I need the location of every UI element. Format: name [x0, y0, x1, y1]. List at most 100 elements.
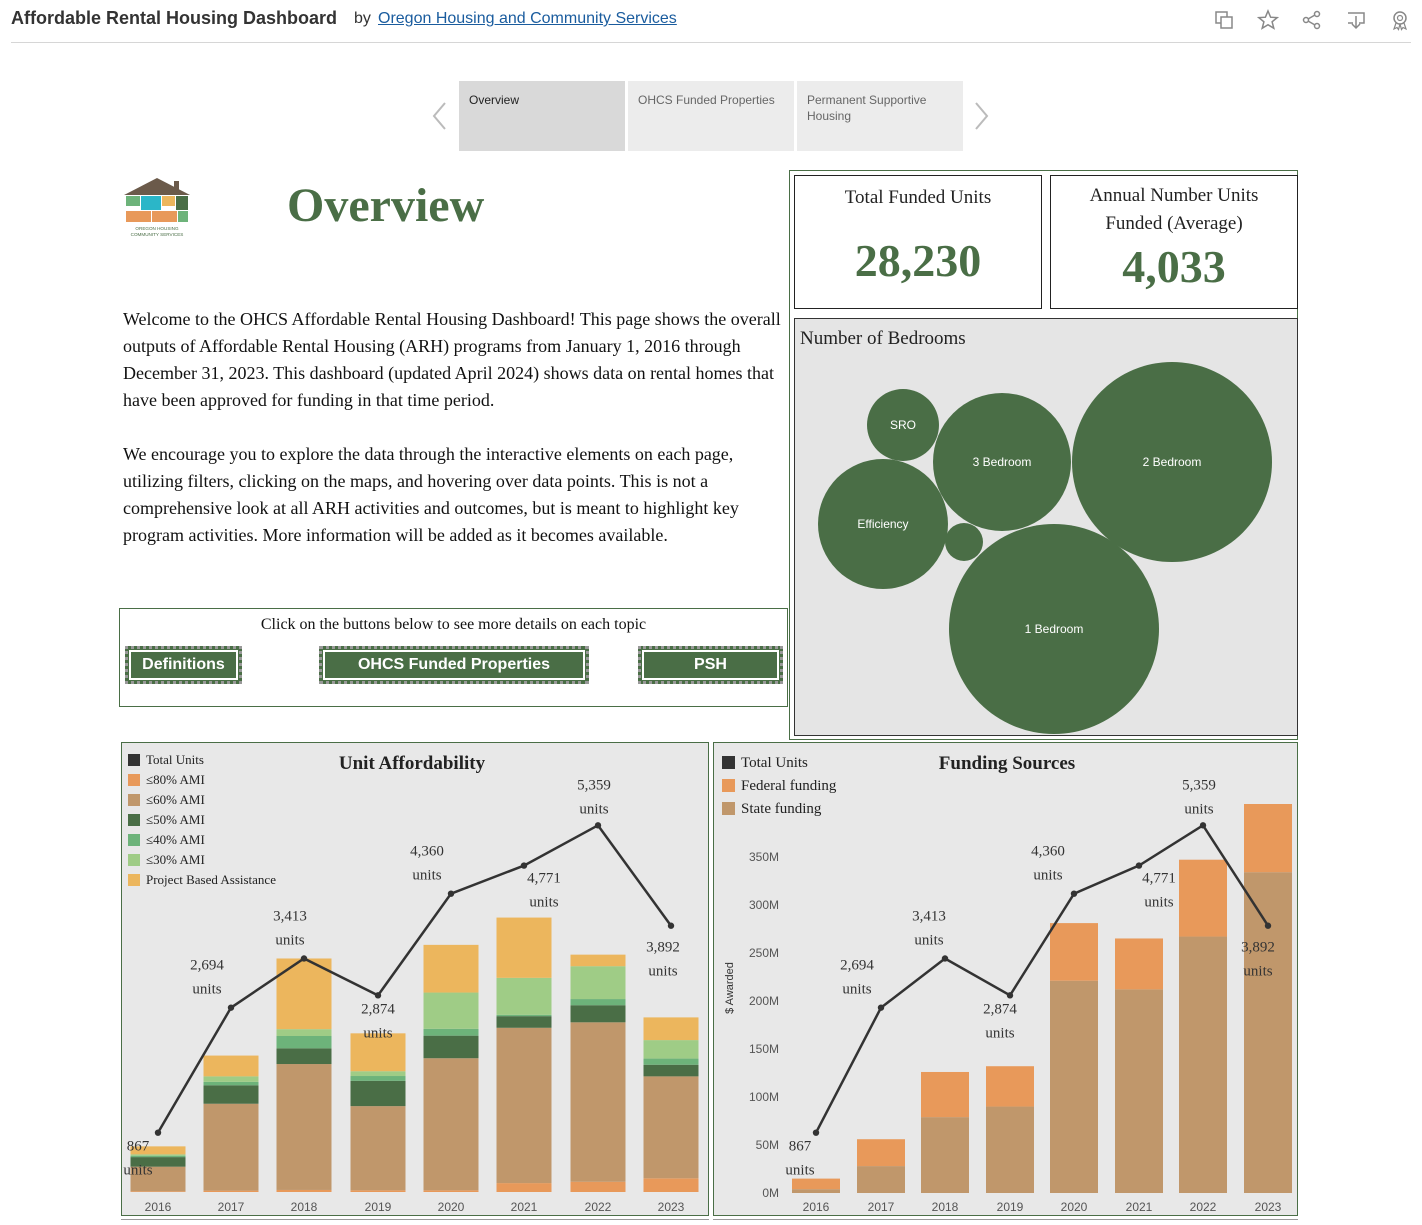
bar-segment[interactable]: [496, 977, 552, 1015]
data-label-unit: units: [1033, 868, 1062, 884]
bar-segment[interactable]: [792, 1178, 840, 1190]
bar-segment[interactable]: [570, 1005, 626, 1023]
bar-segment[interactable]: [130, 1191, 186, 1192]
bar-segment[interactable]: [496, 1027, 552, 1184]
bar-segment[interactable]: [423, 1058, 479, 1191]
bar-segment[interactable]: [496, 1183, 552, 1192]
bar-segment[interactable]: [496, 1016, 552, 1028]
bar-segment[interactable]: [1244, 872, 1292, 1193]
bar-segment[interactable]: [203, 1055, 259, 1077]
line-point[interactable]: [812, 1129, 820, 1136]
line-point[interactable]: [1135, 862, 1143, 869]
bar-segment[interactable]: [276, 1029, 332, 1036]
bar-segment[interactable]: [423, 1028, 479, 1036]
bar-segment[interactable]: [643, 1064, 699, 1077]
chevron-right-icon[interactable]: [971, 101, 991, 131]
bar-segment[interactable]: [276, 1189, 332, 1192]
bar-segment[interactable]: [921, 1071, 969, 1118]
tab-label: Overview: [469, 93, 520, 107]
legend-swatch: [128, 794, 140, 806]
line-point[interactable]: [300, 955, 308, 962]
download-icon[interactable]: [1345, 9, 1367, 31]
ohcs-funded-properties-button[interactable]: OHCS Funded Properties: [319, 646, 589, 684]
bar-segment[interactable]: [423, 944, 479, 993]
bar-segment[interactable]: [643, 1058, 699, 1065]
chevron-left-icon[interactable]: [430, 101, 450, 131]
bar-segment[interactable]: [1179, 859, 1227, 937]
line-point[interactable]: [667, 922, 675, 929]
legend-label: ≤40% AMI: [146, 832, 205, 847]
bar-segment[interactable]: [496, 917, 552, 978]
bar-segment[interactable]: [423, 1190, 479, 1192]
bar-segment[interactable]: [423, 992, 479, 1029]
bar-segment[interactable]: [986, 1066, 1034, 1107]
bar-segment[interactable]: [350, 1190, 406, 1192]
line-point[interactable]: [1006, 992, 1014, 999]
line-point[interactable]: [594, 822, 602, 829]
bar-segment[interactable]: [276, 1036, 332, 1049]
line-point[interactable]: [877, 1004, 885, 1011]
line-point[interactable]: [1070, 890, 1078, 897]
intro-paragraph-2: We encourage you to explore the data thr…: [123, 444, 739, 545]
bar-segment[interactable]: [792, 1189, 840, 1193]
bar-segment[interactable]: [857, 1139, 905, 1167]
bar-segment[interactable]: [570, 999, 626, 1006]
bar-segment[interactable]: [276, 1064, 332, 1190]
legend-label: State funding: [741, 801, 822, 817]
bar-segment[interactable]: [1050, 923, 1098, 981]
bar-segment[interactable]: [1179, 936, 1227, 1193]
bar-segment[interactable]: [350, 1071, 406, 1077]
bar-segment[interactable]: [350, 1076, 406, 1081]
bar-segment[interactable]: [130, 1155, 186, 1158]
author-link[interactable]: Oregon Housing and Community Services: [378, 10, 677, 28]
definitions-button[interactable]: Definitions: [125, 646, 242, 684]
bar-segment[interactable]: [643, 1017, 699, 1041]
bar-segment[interactable]: [570, 954, 626, 967]
bar-segment[interactable]: [1244, 804, 1292, 873]
bar-segment[interactable]: [496, 1014, 552, 1017]
bar-segment[interactable]: [203, 1103, 259, 1191]
legend-swatch: [128, 834, 140, 846]
line-point[interactable]: [520, 862, 528, 869]
bar-segment[interactable]: [203, 1190, 259, 1192]
bar-segment[interactable]: [350, 1106, 406, 1191]
bar-segment[interactable]: [921, 1117, 969, 1193]
bar-segment[interactable]: [203, 1076, 259, 1082]
line-point[interactable]: [1199, 822, 1207, 829]
bubble-other[interactable]: [945, 523, 983, 561]
bar-segment[interactable]: [350, 1080, 406, 1107]
bar-segment[interactable]: [643, 1178, 699, 1192]
bar-segment[interactable]: [1050, 980, 1098, 1193]
bar-segment[interactable]: [203, 1081, 259, 1086]
chart-legend: Total Units Federal funding State funding: [722, 755, 837, 817]
tab-ohcs-funded-properties[interactable]: OHCS Funded Properties: [628, 81, 794, 151]
bar-segment[interactable]: [1115, 938, 1163, 990]
line-point[interactable]: [154, 1129, 162, 1136]
bar-segment[interactable]: [423, 1035, 479, 1059]
tab-permanent-supportive-housing[interactable]: Permanent Supportive Housing: [797, 81, 963, 151]
line-point[interactable]: [1264, 922, 1272, 929]
bar-segment[interactable]: [643, 1040, 699, 1059]
legend-swatch: [128, 814, 140, 826]
bar-segment[interactable]: [276, 1048, 332, 1065]
psh-button[interactable]: PSH: [638, 646, 783, 684]
line-point[interactable]: [941, 955, 949, 962]
line-point[interactable]: [227, 1004, 235, 1011]
bar-segment[interactable]: [570, 1181, 626, 1192]
bar-segment[interactable]: [570, 966, 626, 1000]
bar-segment[interactable]: [203, 1085, 259, 1104]
copy-icon[interactable]: [1213, 9, 1235, 31]
bar-segment[interactable]: [1115, 989, 1163, 1193]
unit-affordability-chart: Unit Affordability Total Units ≤80% AMI ≤6…: [123, 752, 699, 1214]
line-point[interactable]: [447, 890, 455, 897]
bar-segment[interactable]: [857, 1166, 905, 1193]
bar-segment[interactable]: [986, 1106, 1034, 1193]
share-icon[interactable]: [1301, 9, 1323, 31]
badge-icon[interactable]: [1389, 9, 1411, 31]
tab-overview[interactable]: Overview: [459, 81, 625, 151]
bar-segment[interactable]: [643, 1076, 699, 1179]
line-point[interactable]: [374, 992, 382, 999]
favorite-star-icon[interactable]: [1257, 9, 1279, 31]
bar-segment[interactable]: [570, 1022, 626, 1182]
data-label-value: 3,413: [273, 908, 307, 924]
